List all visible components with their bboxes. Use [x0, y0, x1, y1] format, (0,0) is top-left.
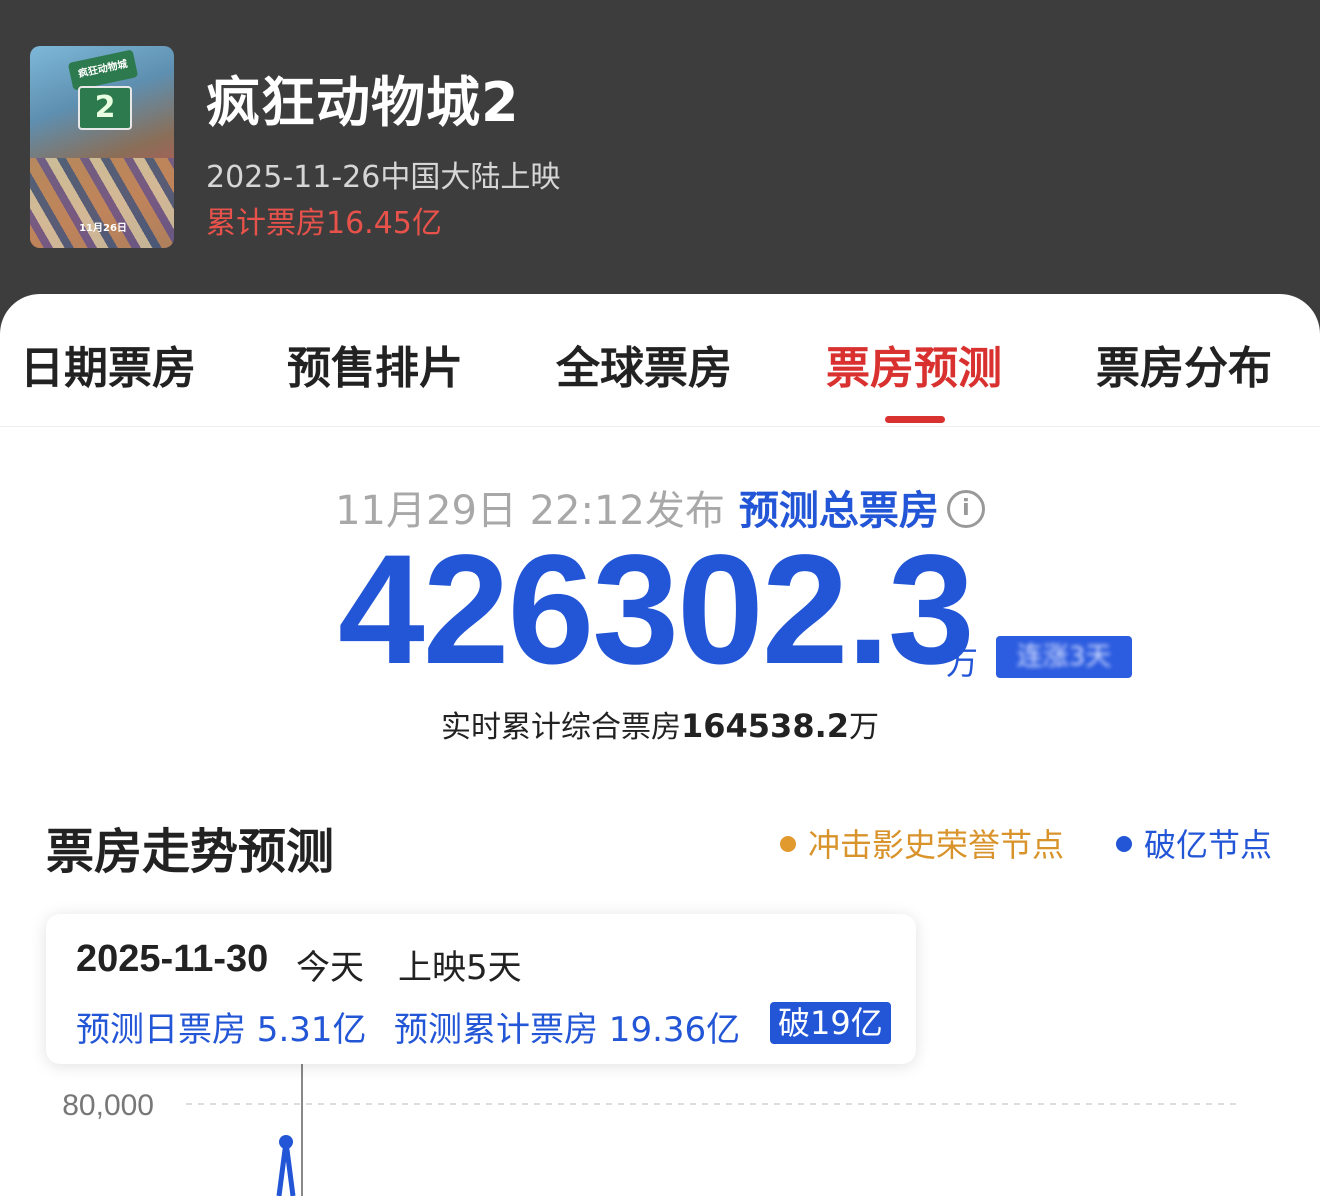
legend-history-milestone-label: 冲击影史荣誉节点 [808, 826, 1065, 864]
poster-date: 11月26日 [79, 223, 127, 234]
release-date: 2025-11-26中国大陆上映 [206, 160, 561, 195]
movie-title: 疯狂动物城2 [206, 71, 520, 134]
tooltip-milestone-badge: 破19亿 [770, 1002, 891, 1044]
cumulative-gross: 累计票房16.45亿 [206, 206, 442, 241]
tab-box-office-distribution[interactable]: 票房分布 [1096, 332, 1272, 396]
forecast-total-unit: 万 [946, 644, 979, 682]
poster-crowd-art [30, 158, 174, 248]
rise-streak-badge: 连涨3天 [996, 636, 1132, 678]
tooltip-date: 2025-11-30 [76, 938, 269, 980]
tooltip-today: 今天 [296, 948, 364, 988]
movie-poster[interactable]: 疯狂动物城 2 11月26日 [30, 46, 174, 248]
tab-daily-box-office[interactable]: 日期票房 [20, 332, 196, 396]
legend-history-milestone[interactable]: 冲击影史荣誉节点 [780, 820, 1064, 866]
y-tick-80000: 80,000 [62, 1089, 154, 1122]
realtime-value: 164538.2 [680, 707, 849, 745]
tooltip-cumulative-forecast: 预测累计票房 19.36亿 [394, 1010, 741, 1050]
content-card: 日期票房 预售排片 全球票房 票房预测 票房分布 11月29日 22:12发布预… [0, 294, 1320, 1196]
poster-sign: 疯狂动物城 [67, 49, 139, 91]
trend-section-title: 票房走势预测 [46, 824, 335, 880]
forecast-total-value: 426302.3 [338, 523, 975, 697]
legend-100m-milestone[interactable]: 破亿节点 [1116, 820, 1272, 866]
legend-dot-orange [780, 836, 796, 852]
poster-number: 2 [78, 86, 132, 130]
realtime-cumulative: 实时累计综合票房164538.2万 [0, 702, 1320, 746]
tab-box-office-forecast[interactable]: 票房预测 [826, 332, 1002, 396]
tab-bar: 日期票房 预售排片 全球票房 票房预测 票房分布 [0, 294, 1320, 427]
forecast-point-today[interactable] [279, 1135, 293, 1149]
movie-header: 疯狂动物城 2 11月26日 疯狂动物城2 2025-11-26中国大陆上映 累… [0, 0, 1320, 320]
chart-tooltip: 2025-11-30 今天 上映5天 预测日票房 5.31亿 预测累计票房 19… [46, 914, 916, 1064]
rise-streak-text: 连涨3天 [1016, 642, 1112, 672]
realtime-label: 实时累计综合票房 [440, 710, 681, 745]
tooltip-daily-forecast: 预测日票房 5.31亿 [76, 1010, 367, 1050]
forecast-series-line [276, 1141, 296, 1196]
legend-dot-blue [1116, 836, 1132, 852]
tab-presale-schedule[interactable]: 预售排片 [287, 332, 463, 396]
realtime-unit: 万 [849, 710, 879, 745]
tab-global-box-office[interactable]: 全球票房 [556, 332, 732, 396]
active-tab-indicator [885, 416, 945, 423]
legend-100m-milestone-label: 破亿节点 [1144, 826, 1273, 864]
tooltip-days-since-release: 上映5天 [398, 948, 522, 988]
